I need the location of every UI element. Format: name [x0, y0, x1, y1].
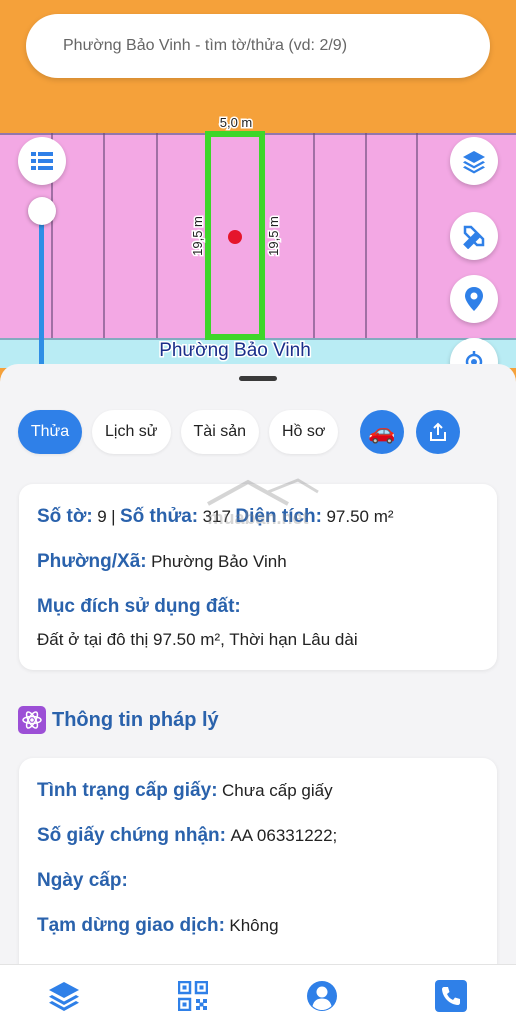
purpose-value-row: Đất ở tại đô thị 97.50 m², Thời hạn Lâu …	[37, 630, 358, 650]
nav-layers[interactable]	[47, 979, 81, 1013]
phone-icon	[435, 980, 467, 1012]
parcel-right-label: 19,5 m	[266, 216, 281, 256]
measure-tool-button[interactable]	[450, 212, 498, 260]
legal-title: Thông tin pháp lý	[52, 708, 219, 731]
layers-icon	[49, 982, 79, 1011]
issue-date-row: Ngày cấp:	[37, 870, 128, 892]
car-icon: 🚗	[368, 419, 396, 444]
list-icon	[31, 152, 53, 170]
street-label: Phường Bảo Vinh	[159, 340, 311, 361]
location-marker-dot	[228, 230, 242, 244]
zoom-slider-thumb[interactable]	[28, 197, 56, 225]
tab-lich-su[interactable]: Lịch sử	[92, 410, 171, 454]
parcel-summary-row: Số tờ: 9 | Số thửa: 317 Diện tích: 97.50…	[37, 506, 394, 528]
legal-info-card: Tình trạng cấp giấy: Chưa cấp giấy Số gi…	[19, 758, 497, 964]
user-avatar-icon	[307, 981, 337, 1011]
tab-ho-so[interactable]: Hồ sơ	[268, 410, 339, 454]
search-bar[interactable]	[26, 14, 490, 78]
share-button[interactable]	[416, 410, 460, 454]
purpose-label-row: Mục đích sử dụng đất:	[37, 596, 241, 618]
area-value: 97.50 m²	[326, 507, 394, 526]
cert-label: Số giấy chứng nhận:	[37, 825, 226, 846]
nav-qr-scan[interactable]	[176, 979, 210, 1013]
certificate-status-row: Tình trạng cấp giấy: Chưa cấp giấy	[37, 780, 333, 802]
parcel-left-label: 19,5 m	[190, 216, 205, 256]
bottom-navigation	[0, 964, 516, 1024]
sheet-value: 9	[97, 507, 107, 526]
detail-sheet[interactable]: Thửa Lịch sử Tài sản Hồ sơ 🚗 Số tờ: 9 | …	[0, 364, 516, 964]
tab-tai-san[interactable]: Tài sản	[180, 410, 259, 454]
parcel-info-card: Số tờ: 9 | Số thửa: 317 Diện tích: 97.50…	[19, 484, 497, 670]
ward-label: Phường/Xã:	[37, 551, 147, 572]
lot-label: Số thửa:	[119, 506, 199, 527]
zoom-slider-track[interactable]	[39, 212, 44, 372]
cert-value: AA 06331222;	[230, 826, 338, 845]
suspend-label: Tạm dừng giao dịch:	[37, 915, 225, 936]
separator: |	[111, 507, 116, 526]
area-label: Diện tích:	[235, 506, 322, 527]
detail-tabs: Thửa Lịch sử Tài sản Hồ sơ	[18, 410, 348, 454]
ward-value: Phường Bảo Vinh	[151, 552, 287, 571]
nav-profile[interactable]	[305, 979, 339, 1013]
certificate-number-row: Số giấy chứng nhận: AA 06331222;	[37, 825, 337, 847]
date-label: Ngày cấp:	[37, 870, 128, 891]
purpose-label: Mục đích sử dụng đất:	[37, 596, 241, 617]
legal-section-title: Thông tin pháp lý	[18, 706, 219, 734]
purpose-value: Đất ở tại đô thị 97.50 m², Thời hạn Lâu …	[37, 630, 358, 649]
status-label: Tình trạng cấp giấy:	[37, 780, 218, 801]
map-view[interactable]: 5,0 m 19,5 m 19,5 m Phường Bảo Vinh	[0, 0, 516, 400]
location-pin-button[interactable]	[450, 275, 498, 323]
parcel-block	[0, 133, 516, 338]
search-input[interactable]	[63, 37, 463, 55]
layers-button[interactable]	[450, 137, 498, 185]
directions-button[interactable]: 🚗	[360, 410, 404, 454]
qr-code-icon	[178, 981, 208, 1011]
ward-row: Phường/Xã: Phường Bảo Vinh	[37, 551, 287, 573]
status-value: Chưa cấp giấy	[221, 781, 333, 800]
ruler-pencil-icon	[463, 225, 485, 249]
lot-value: 317	[202, 507, 231, 526]
layers-icon	[463, 151, 485, 174]
suspend-value: Không	[229, 916, 279, 935]
list-button[interactable]	[18, 137, 66, 185]
tab-thua[interactable]: Thửa	[18, 410, 82, 454]
share-icon	[430, 422, 446, 441]
location-pin-icon	[465, 287, 483, 311]
atom-icon	[18, 706, 46, 734]
transaction-suspension-row: Tạm dừng giao dịch: Không	[37, 915, 279, 937]
sheet-label: Số tờ:	[37, 506, 93, 527]
nav-call[interactable]	[434, 979, 468, 1013]
parcel-width-label: 5,0 m	[220, 115, 253, 130]
sheet-drag-handle[interactable]	[239, 376, 277, 381]
